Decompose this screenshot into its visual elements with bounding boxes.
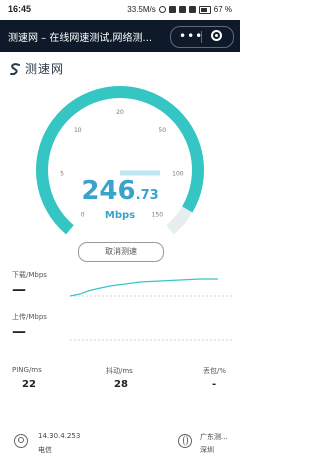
current-speed: 246.73 [0,176,240,206]
loss-value: - [212,379,217,390]
gauge-tick-label: 50 [158,127,166,134]
download-chart [70,278,232,297]
mute-icon [168,6,176,13]
page-title: 测速网 – 在线网速测试,网络测... [8,33,153,44]
server-city: 深圳 [200,446,214,454]
battery-level: 67 % [213,5,232,14]
speed-integer: 246 [81,176,136,206]
loss-label: 丢包/% [203,367,227,375]
battery-icon [198,5,211,14]
upload-value: — [12,324,26,340]
alarm-icon [158,6,166,13]
more-icon[interactable]: ••• [179,29,203,43]
connection-info: 14.30.4.253 电信 广东测... 深圳 [0,424,240,458]
globe-icon [178,434,192,448]
client-ip: 14.30.4.253 [38,432,81,440]
download-label: 下载/Mbps [12,271,47,279]
jitter-label: 抖动/ms [106,367,133,375]
status-time: 16:45 [8,4,32,14]
speed-unit: Mbps [104,210,136,221]
close-icon[interactable] [211,30,222,41]
capsule-divider [201,31,202,43]
cancel-test-button[interactable]: 取消测速 [78,242,164,262]
speed-decimal: .73 [135,188,159,203]
ping-label: PING/ms [12,366,42,374]
upload-chart [70,339,232,341]
upload-label: 上传/Mbps [12,313,47,321]
location-icon [14,434,28,448]
client-isp: 电信 [38,446,52,454]
gauge-tick-label: 20 [116,109,124,116]
status-icons: 33.5M/s 67 % [127,5,232,14]
wifi-icon [188,6,196,13]
status-bar: 16:45 33.5M/s 67 % [0,0,240,20]
server-name[interactable]: 广东测... [200,432,228,442]
download-value: — [12,282,26,298]
jitter-value: 28 [114,379,128,390]
ping-value: 22 [22,379,36,390]
signal-icon [178,6,186,13]
logo-icon [10,62,20,75]
mini-program-capsule: ••• [170,26,234,48]
gauge-tick-label: 10 [74,127,82,134]
net-speed: 33.5M/s [127,5,156,14]
nav-bar: 测速网 – 在线网速测试,网络测... ••• [0,20,240,52]
